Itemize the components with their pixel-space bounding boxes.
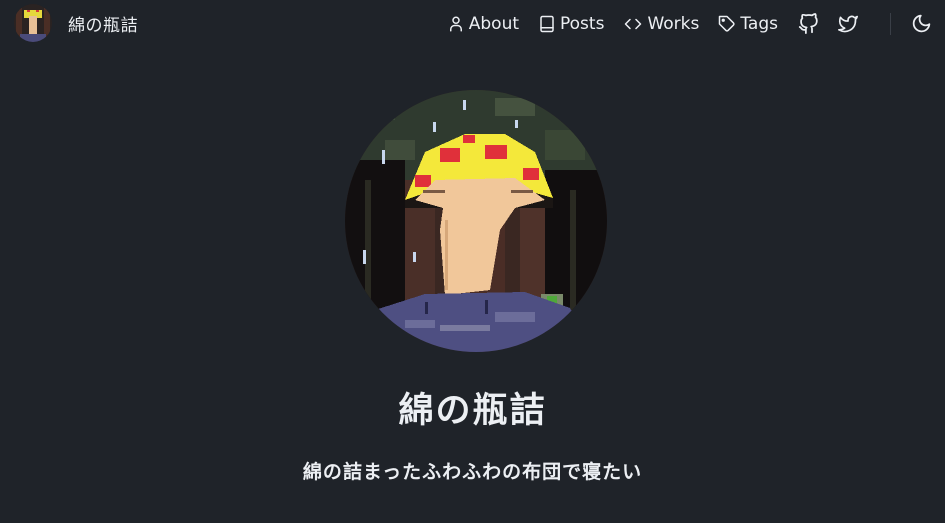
book-icon	[538, 15, 556, 33]
twitter-link[interactable]	[837, 13, 859, 35]
user-icon	[447, 15, 465, 33]
nav-tags[interactable]: Tags	[718, 14, 778, 34]
brand-avatar	[14, 4, 52, 42]
nav-works-label: Works	[647, 13, 700, 34]
github-icon	[798, 13, 818, 34]
nav-links: About Posts Works Tags	[447, 0, 945, 47]
theme-toggle-button[interactable]	[910, 13, 932, 35]
nav-about[interactable]: About	[447, 14, 519, 34]
nav-posts-label: Posts	[560, 13, 605, 34]
nav-divider	[890, 12, 891, 35]
nav-about-label: About	[468, 13, 520, 34]
moon-icon	[912, 14, 930, 33]
mushroom-avatar-icon	[14, 4, 52, 42]
mushroom-avatar-icon	[345, 90, 607, 352]
brand-home-link[interactable]: 綿の瓶詰	[14, 4, 138, 42]
site-subtitle: 綿の詰まったふわふわの布団で寝たい	[302, 461, 643, 483]
nav-posts[interactable]: Posts	[538, 14, 604, 34]
top-navbar: 綿の瓶詰 About Posts Works Tags	[0, 0, 945, 47]
twitter-icon	[838, 15, 858, 32]
tag-icon	[718, 15, 736, 33]
profile-avatar	[345, 90, 607, 352]
site-title: 綿の瓶詰	[398, 391, 547, 431]
github-link[interactable]	[797, 13, 819, 35]
nav-works[interactable]: Works	[623, 14, 699, 34]
nav-tags-label: Tags	[740, 13, 778, 34]
brand-title: 綿の瓶詰	[68, 15, 138, 36]
code-icon	[623, 15, 643, 33]
